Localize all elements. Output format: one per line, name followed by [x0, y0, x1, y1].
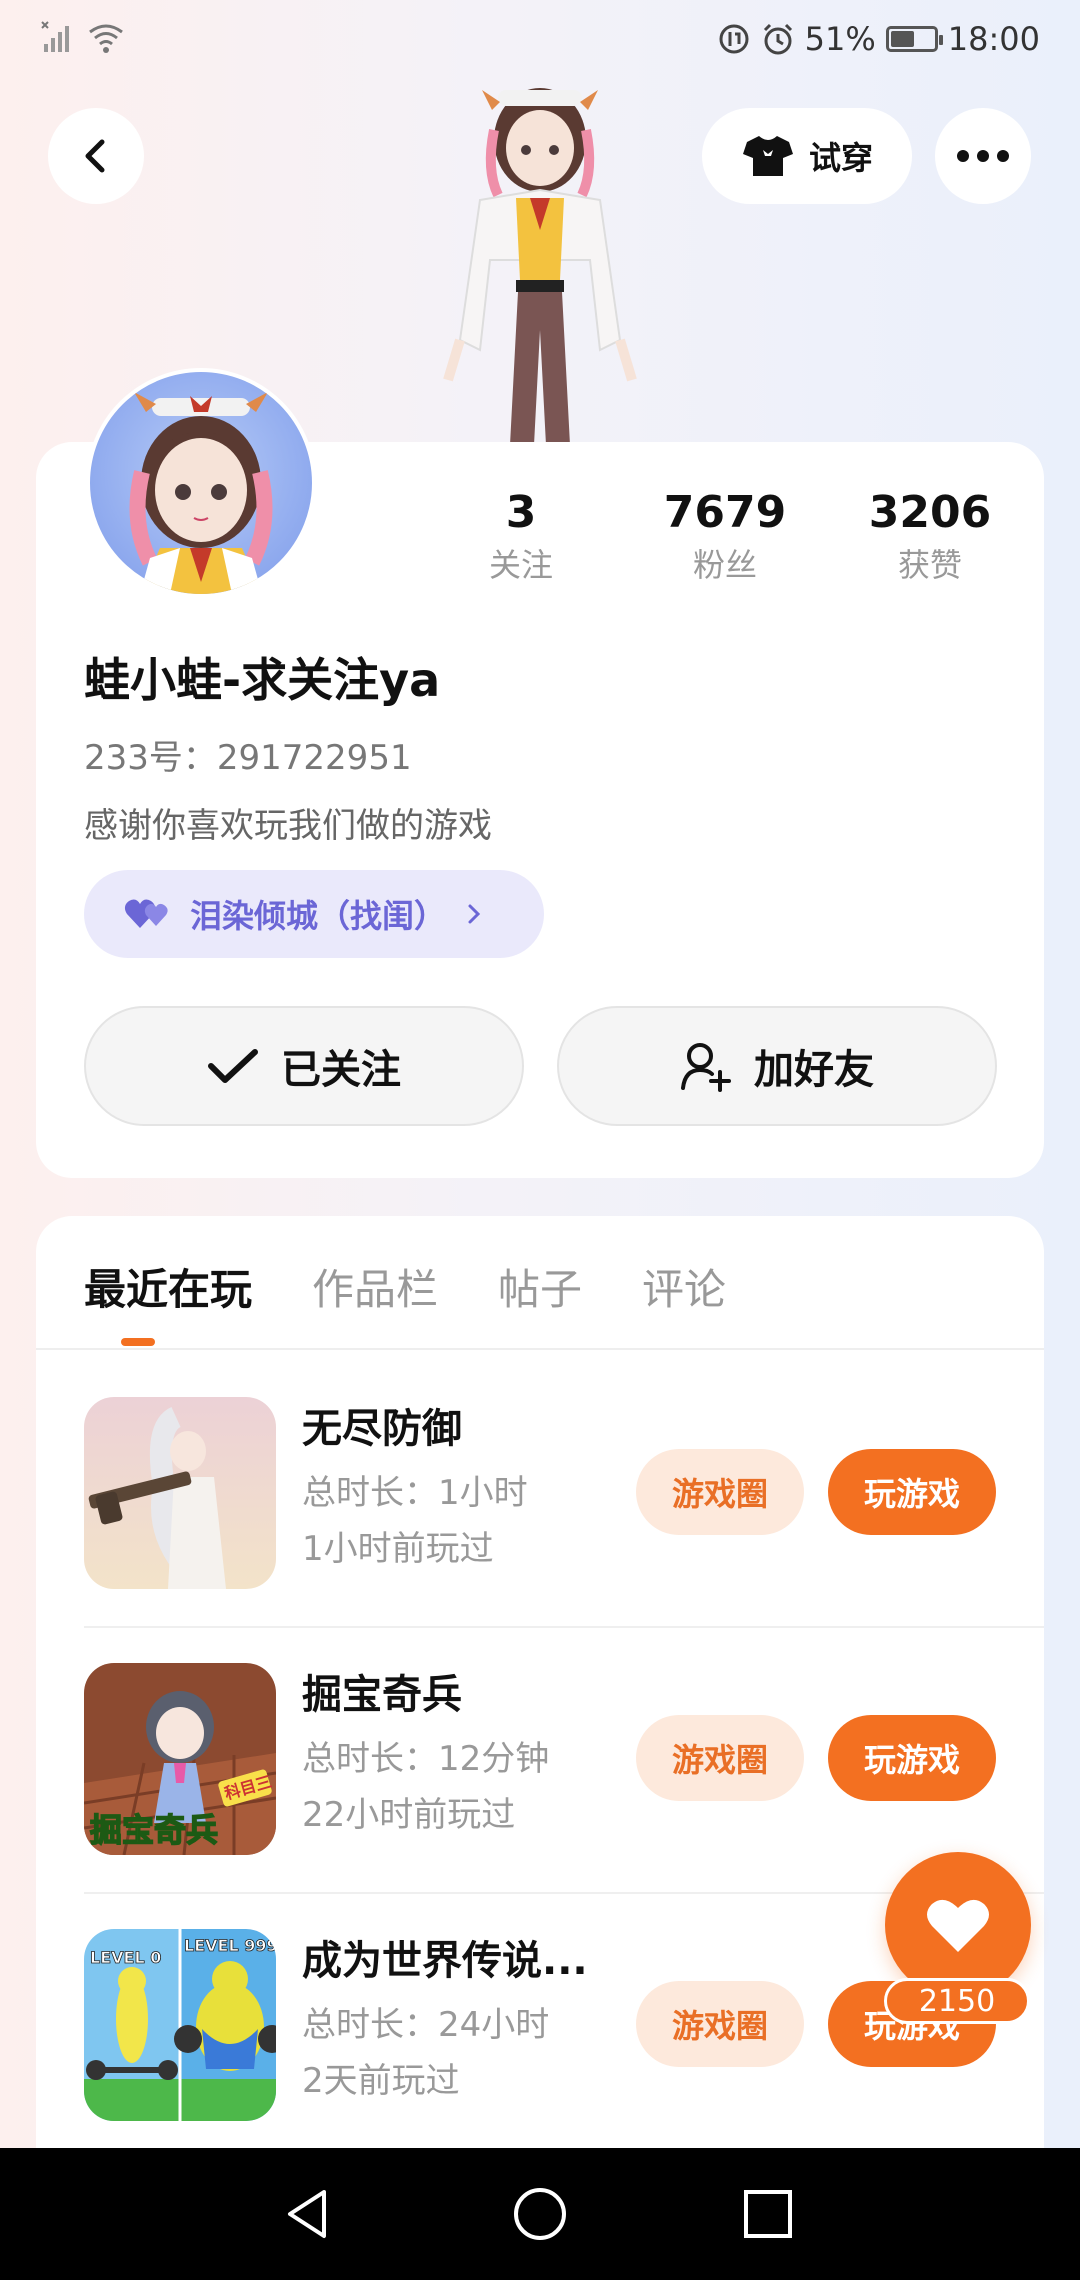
stat-following[interactable]: 3 关注: [436, 485, 606, 589]
tab-works[interactable]: 作品栏: [312, 1256, 438, 1317]
bio: 感谢你喜欢玩我们做的游戏: [84, 806, 492, 846]
game-row[interactable]: 掘宝奇兵 科目三 掘宝奇兵 总时长：12分钟 22小时前玩过 游戏圈 玩游戏: [84, 1663, 1044, 1857]
stat-likes-value: 3206: [868, 487, 992, 538]
game-icon-treasure-soldier[interactable]: 掘宝奇兵 科目三: [84, 1663, 276, 1855]
game-last-played: 2天前玩过: [302, 2061, 460, 2101]
row-divider: [84, 1626, 1044, 1628]
data-saver-icon: [719, 24, 749, 54]
stat-followers[interactable]: 7679 粉丝: [640, 485, 810, 589]
nav-home-button[interactable]: [504, 2178, 576, 2250]
add-friend-button[interactable]: 加好友: [557, 1006, 997, 1126]
play-game-button[interactable]: 玩游戏: [828, 1449, 996, 1535]
stat-likes-label: 获赞: [897, 546, 962, 584]
game-title: 无尽防御: [302, 1406, 462, 1452]
alarm-icon: [763, 23, 792, 55]
more-options-button[interactable]: [935, 108, 1031, 204]
tabs-divider: [36, 1348, 1044, 1350]
status-left: [40, 20, 126, 56]
try-on-label: 试穿: [808, 139, 873, 177]
stat-followers-label: 粉丝: [692, 546, 757, 584]
game-duration: 总时长：24小时: [302, 2005, 550, 2045]
stat-following-label: 关注: [488, 546, 553, 584]
battery-percent: 51%: [804, 20, 876, 58]
stat-likes[interactable]: 3206 获赞: [845, 485, 1015, 589]
battery-icon: [885, 26, 943, 52]
add-friend-icon: [681, 1043, 731, 1092]
user-id: 233号：291722951: [84, 738, 412, 778]
game-icon-text: 掘宝奇兵: [90, 1811, 218, 1849]
followed-label: 已关注: [281, 1047, 401, 1093]
checkmark-icon: [208, 1049, 258, 1083]
tab-comments[interactable]: 评论: [642, 1256, 726, 1317]
game-icon-endless-defense[interactable]: [84, 1397, 276, 1589]
tab-recently-played[interactable]: 最近在玩: [84, 1256, 252, 1317]
tab-bar: 最近在玩 作品栏 帖子 评论: [84, 1256, 726, 1317]
stat-following-value: 3: [505, 487, 537, 538]
wifi-icon: [89, 24, 123, 53]
game-circle-button[interactable]: 游戏圈: [636, 1449, 804, 1535]
game-icon-image: LEVEL 0 LEVEL 999: [84, 1929, 276, 2121]
game-duration: 总时长：1小时: [302, 1473, 528, 1513]
heart-icon: [927, 1899, 989, 1952]
status-right: 51% 18:00: [717, 20, 1040, 58]
relationship-tag[interactable]: 泪染倾城（找闺）: [84, 870, 544, 958]
nav-back-button[interactable]: [272, 2178, 344, 2250]
game-circle-button[interactable]: 游戏圈: [636, 1715, 804, 1801]
like-count: 2150: [884, 1978, 1030, 2024]
nav-back-icon: [288, 2190, 326, 2238]
like-button[interactable]: [885, 1852, 1031, 1998]
try-on-button[interactable]: 试穿: [702, 108, 912, 204]
system-nav-bar: [0, 2148, 1080, 2280]
game-last-played: 1小时前玩过: [302, 1529, 494, 1569]
nav-recents-icon: [744, 2190, 792, 2238]
clock: 18:00: [947, 20, 1040, 58]
character-avatar-illustration: [443, 88, 637, 445]
game-title: 掘宝奇兵: [302, 1672, 462, 1718]
nav-home-icon: [514, 2188, 566, 2240]
avatar[interactable]: [86, 368, 316, 598]
game-title: 成为世界传说...: [302, 1938, 588, 1984]
tshirt-icon: [742, 136, 793, 176]
game-icon-image: 掘宝奇兵 科目三: [84, 1663, 276, 1855]
twin-hearts-icon: [124, 899, 168, 928]
active-tab-indicator: [121, 1338, 155, 1346]
game-circle-button[interactable]: 游戏圈: [636, 1981, 804, 2067]
add-friend-label: 加好友: [754, 1047, 874, 1093]
game-icon-image: [84, 1397, 276, 1589]
stat-followers-value: 7679: [663, 487, 787, 538]
no-signal-icon: [41, 21, 69, 52]
chevron-right-icon: [468, 904, 481, 924]
game-row[interactable]: 无尽防御 总时长：1小时 1小时前玩过 游戏圈 玩游戏: [84, 1397, 1044, 1591]
game-last-played: 22小时前玩过: [302, 1795, 516, 1835]
avatar-image: [129, 392, 273, 594]
game-icon-text-left: LEVEL 0: [90, 1948, 161, 1967]
chevron-left-icon: [85, 139, 105, 173]
nav-recents-button[interactable]: [732, 2178, 804, 2250]
battery-level: [890, 31, 915, 47]
play-game-button[interactable]: 玩游戏: [828, 1715, 996, 1801]
game-icon-text-right: LEVEL 999: [184, 1936, 276, 1955]
relationship-tag-label: 泪染倾城（找闺）: [190, 897, 447, 935]
status-bar: 51% 18:00: [0, 0, 1080, 90]
followed-button[interactable]: 已关注: [84, 1006, 524, 1126]
more-dots-icon: [957, 150, 1009, 162]
tab-posts[interactable]: 帖子: [498, 1256, 582, 1317]
game-icon-world-legend[interactable]: LEVEL 0 LEVEL 999: [84, 1929, 276, 2121]
username: 蛙小蛙-求关注ya: [84, 653, 441, 707]
game-duration: 总时长：12分钟: [302, 1739, 550, 1779]
back-button[interactable]: [48, 108, 144, 204]
